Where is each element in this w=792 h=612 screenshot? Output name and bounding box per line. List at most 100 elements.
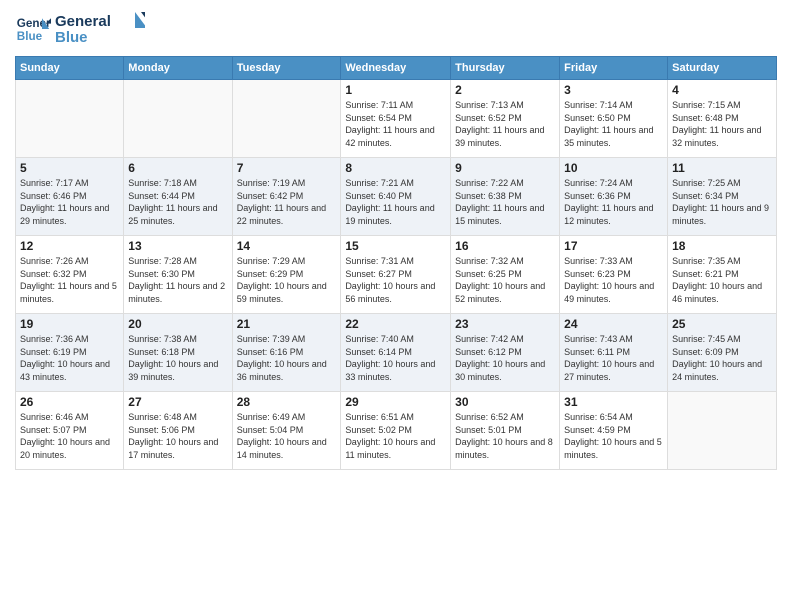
- day-number: 12: [20, 239, 119, 253]
- logo: General Blue General Blue: [15, 10, 145, 48]
- week-row-1: 1Sunrise: 7:11 AM Sunset: 6:54 PM Daylig…: [16, 80, 777, 158]
- day-info: Sunrise: 7:24 AM Sunset: 6:36 PM Dayligh…: [564, 177, 663, 227]
- day-info: Sunrise: 6:49 AM Sunset: 5:04 PM Dayligh…: [237, 411, 337, 461]
- day-number: 27: [128, 395, 227, 409]
- day-info: Sunrise: 6:51 AM Sunset: 5:02 PM Dayligh…: [345, 411, 446, 461]
- calendar-cell: 5 Sunrise: 7:17 AM Sunset: 6:46 PM Daylig…: [16, 158, 124, 236]
- weekday-header-friday: Friday: [560, 57, 668, 80]
- weekday-header-thursday: Thursday: [451, 57, 560, 80]
- svg-text:General: General: [55, 13, 111, 30]
- day-info: Sunrise: 7:17 AM Sunset: 6:46 PM Dayligh…: [20, 177, 119, 227]
- day-number: 23: [455, 317, 555, 331]
- calendar-cell: 30Sunrise: 6:52 AM Sunset: 5:01 PM Dayli…: [451, 392, 560, 470]
- calendar-cell: 2 Sunrise: 7:13 AM Sunset: 6:52 PM Daylig…: [451, 80, 560, 158]
- day-number: 31: [564, 395, 663, 409]
- calendar-cell: [16, 80, 124, 158]
- day-number: 19: [20, 317, 119, 331]
- logo-svg: General Blue: [55, 10, 145, 48]
- day-number: 21: [237, 317, 337, 331]
- calendar-cell: 15 Sunrise: 7:31 AM Sunset: 6:27 PM Dayli…: [341, 236, 451, 314]
- day-number: 2: [455, 83, 555, 97]
- calendar-page: General Blue General Blue SundayMondayT: [0, 0, 792, 612]
- day-number: 16: [455, 239, 555, 253]
- week-row-3: 12 Sunrise: 7:26 AM Sunset: 6:32 PM Dayli…: [16, 236, 777, 314]
- day-number: 13: [128, 239, 227, 253]
- header: General Blue General Blue: [15, 10, 777, 48]
- calendar-cell: 6Sunrise: 7:18 AM Sunset: 6:44 PM Daylig…: [124, 158, 232, 236]
- day-info: Sunrise: 7:19 AM Sunset: 6:42 PM Dayligh…: [237, 177, 337, 227]
- calendar-cell: 18 Sunrise: 7:35 AM Sunset: 6:21 PM Dayli…: [668, 236, 777, 314]
- day-number: 1: [345, 83, 446, 97]
- weekday-header-saturday: Saturday: [668, 57, 777, 80]
- day-number: 15: [345, 239, 446, 253]
- day-number: 5: [20, 161, 119, 175]
- calendar-cell: 31Sunrise: 6:54 AM Sunset: 4:59 PM Dayli…: [560, 392, 668, 470]
- calendar-table: SundayMondayTuesdayWednesdayThursdayFrid…: [15, 56, 777, 470]
- day-info: Sunrise: 6:46 AM Sunset: 5:07 PM Dayligh…: [20, 411, 119, 461]
- day-number: 4: [672, 83, 772, 97]
- logo-icon: General Blue: [15, 11, 51, 47]
- calendar-cell: 8Sunrise: 7:21 AM Sunset: 6:40 PM Daylig…: [341, 158, 451, 236]
- calendar-cell: 22Sunrise: 7:40 AM Sunset: 6:14 PM Dayli…: [341, 314, 451, 392]
- calendar-cell: 3Sunrise: 7:14 AM Sunset: 6:50 PM Daylig…: [560, 80, 668, 158]
- calendar-cell: 16Sunrise: 7:32 AM Sunset: 6:25 PM Dayli…: [451, 236, 560, 314]
- day-number: 11: [672, 161, 772, 175]
- svg-text:Blue: Blue: [55, 29, 88, 46]
- day-number: 10: [564, 161, 663, 175]
- day-number: 7: [237, 161, 337, 175]
- day-number: 26: [20, 395, 119, 409]
- calendar-cell: 26 Sunrise: 6:46 AM Sunset: 5:07 PM Dayli…: [16, 392, 124, 470]
- calendar-cell: [232, 80, 341, 158]
- calendar-cell: 9 Sunrise: 7:22 AM Sunset: 6:38 PM Daylig…: [451, 158, 560, 236]
- day-info: Sunrise: 7:33 AM Sunset: 6:23 PM Dayligh…: [564, 255, 663, 305]
- calendar-cell: 7 Sunrise: 7:19 AM Sunset: 6:42 PM Daylig…: [232, 158, 341, 236]
- day-info: Sunrise: 7:39 AM Sunset: 6:16 PM Dayligh…: [237, 333, 337, 383]
- weekday-header-tuesday: Tuesday: [232, 57, 341, 80]
- calendar-cell: 29 Sunrise: 6:51 AM Sunset: 5:02 PM Dayli…: [341, 392, 451, 470]
- day-number: 18: [672, 239, 772, 253]
- day-number: 8: [345, 161, 446, 175]
- week-row-5: 26 Sunrise: 6:46 AM Sunset: 5:07 PM Dayli…: [16, 392, 777, 470]
- day-number: 25: [672, 317, 772, 331]
- calendar-cell: [668, 392, 777, 470]
- week-row-2: 5 Sunrise: 7:17 AM Sunset: 6:46 PM Daylig…: [16, 158, 777, 236]
- calendar-cell: [124, 80, 232, 158]
- calendar-cell: 19 Sunrise: 7:36 AM Sunset: 6:19 PM Dayli…: [16, 314, 124, 392]
- weekday-header-wednesday: Wednesday: [341, 57, 451, 80]
- weekday-header-monday: Monday: [124, 57, 232, 80]
- day-info: Sunrise: 6:48 AM Sunset: 5:06 PM Dayligh…: [128, 411, 227, 461]
- day-info: Sunrise: 7:15 AM Sunset: 6:48 PM Dayligh…: [672, 99, 772, 149]
- day-number: 6: [128, 161, 227, 175]
- day-info: Sunrise: 7:13 AM Sunset: 6:52 PM Dayligh…: [455, 99, 555, 149]
- calendar-cell: 20 Sunrise: 7:38 AM Sunset: 6:18 PM Dayli…: [124, 314, 232, 392]
- calendar-cell: 4 Sunrise: 7:15 AM Sunset: 6:48 PM Daylig…: [668, 80, 777, 158]
- day-info: Sunrise: 7:36 AM Sunset: 6:19 PM Dayligh…: [20, 333, 119, 383]
- day-info: Sunrise: 7:31 AM Sunset: 6:27 PM Dayligh…: [345, 255, 446, 305]
- day-number: 20: [128, 317, 227, 331]
- day-number: 3: [564, 83, 663, 97]
- day-number: 28: [237, 395, 337, 409]
- day-info: Sunrise: 7:29 AM Sunset: 6:29 PM Dayligh…: [237, 255, 337, 305]
- calendar-cell: 28 Sunrise: 6:49 AM Sunset: 5:04 PM Dayli…: [232, 392, 341, 470]
- calendar-cell: 13Sunrise: 7:28 AM Sunset: 6:30 PM Dayli…: [124, 236, 232, 314]
- calendar-cell: 25 Sunrise: 7:45 AM Sunset: 6:09 PM Dayli…: [668, 314, 777, 392]
- day-info: Sunrise: 7:45 AM Sunset: 6:09 PM Dayligh…: [672, 333, 772, 383]
- week-row-4: 19 Sunrise: 7:36 AM Sunset: 6:19 PM Dayli…: [16, 314, 777, 392]
- day-info: Sunrise: 7:25 AM Sunset: 6:34 PM Dayligh…: [672, 177, 772, 227]
- weekday-header-row: SundayMondayTuesdayWednesdayThursdayFrid…: [16, 57, 777, 80]
- calendar-cell: 23 Sunrise: 7:42 AM Sunset: 6:12 PM Dayli…: [451, 314, 560, 392]
- day-info: Sunrise: 7:35 AM Sunset: 6:21 PM Dayligh…: [672, 255, 772, 305]
- day-info: Sunrise: 7:38 AM Sunset: 6:18 PM Dayligh…: [128, 333, 227, 383]
- day-info: Sunrise: 7:40 AM Sunset: 6:14 PM Dayligh…: [345, 333, 446, 383]
- calendar-cell: 14Sunrise: 7:29 AM Sunset: 6:29 PM Dayli…: [232, 236, 341, 314]
- day-number: 29: [345, 395, 446, 409]
- day-info: Sunrise: 7:26 AM Sunset: 6:32 PM Dayligh…: [20, 255, 119, 305]
- calendar-cell: 27 Sunrise: 6:48 AM Sunset: 5:06 PM Dayli…: [124, 392, 232, 470]
- day-info: Sunrise: 7:22 AM Sunset: 6:38 PM Dayligh…: [455, 177, 555, 227]
- day-number: 9: [455, 161, 555, 175]
- calendar-cell: 21 Sunrise: 7:39 AM Sunset: 6:16 PM Dayli…: [232, 314, 341, 392]
- calendar-cell: 1Sunrise: 7:11 AM Sunset: 6:54 PM Daylig…: [341, 80, 451, 158]
- day-info: Sunrise: 6:52 AM Sunset: 5:01 PM Dayligh…: [455, 411, 555, 461]
- day-info: Sunrise: 7:42 AM Sunset: 6:12 PM Dayligh…: [455, 333, 555, 383]
- calendar-cell: 17Sunrise: 7:33 AM Sunset: 6:23 PM Dayli…: [560, 236, 668, 314]
